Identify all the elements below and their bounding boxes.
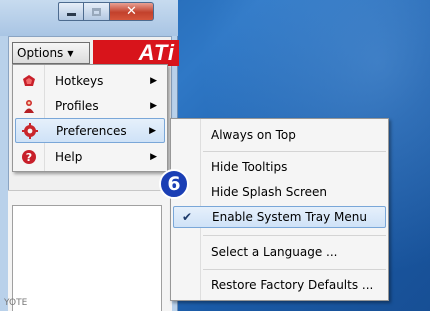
options-button[interactable]: Options ▼: [12, 42, 90, 64]
submenu-item-label: Always on Top: [211, 128, 296, 142]
menu-item-hotkeys[interactable]: Hotkeys ▶: [15, 68, 165, 93]
submenu-arrow-icon: ▶: [150, 151, 157, 162]
caption-buttons: ✕: [58, 2, 154, 22]
checkmark-icon: ✔: [182, 210, 193, 224]
options-menu: Hotkeys ▶ Profiles ▶ Preferences ▶ ? Hel…: [12, 64, 168, 172]
submenu-item-select-language[interactable]: Select a Language ...: [173, 241, 386, 263]
close-icon: ✕: [126, 4, 137, 19]
menu-item-profiles[interactable]: Profiles ▶: [15, 93, 165, 118]
title-bar: ✕: [0, 0, 178, 36]
submenu-item-enable-system-tray-menu[interactable]: ✔ Enable System Tray Menu: [173, 206, 386, 228]
menu-item-label: Help: [55, 149, 83, 164]
profiles-icon: [15, 98, 43, 114]
submenu-item-label: Hide Tooltips: [211, 160, 288, 174]
minimize-icon: [66, 13, 76, 16]
menu-item-label: Profiles: [55, 98, 99, 113]
submenu-item-label: Enable System Tray Menu: [212, 210, 367, 224]
submenu-separator: [203, 269, 386, 270]
partial-text: YOTE: [4, 298, 28, 308]
submenu-item-label: Select a Language ...: [211, 245, 338, 259]
step-number-badge: 6: [159, 169, 189, 199]
submenu-item-hide-splash-screen[interactable]: Hide Splash Screen: [173, 181, 386, 203]
submenu-separator: [203, 151, 386, 152]
submenu-arrow-icon: ▶: [149, 125, 156, 136]
preferences-submenu: Always on Top Hide Tooltips Hide Splash …: [170, 118, 389, 301]
preferences-icon: [16, 122, 44, 139]
client-panel: [8, 190, 172, 311]
menu-item-preferences[interactable]: Preferences ▶: [15, 118, 165, 143]
maximize-icon: [92, 7, 101, 16]
submenu-arrow-icon: ▶: [150, 75, 157, 86]
chevron-down-icon: ▼: [67, 48, 74, 58]
submenu-separator: [203, 235, 386, 236]
logo-text: ATi: [138, 40, 175, 65]
menu-item-label: Preferences: [56, 123, 127, 138]
submenu-item-restore-factory-defaults[interactable]: Restore Factory Defaults ...: [173, 274, 386, 296]
submenu-item-label: Hide Splash Screen: [211, 185, 328, 199]
help-icon: ?: [15, 149, 43, 165]
hotkeys-icon: [15, 73, 43, 89]
menu-item-help[interactable]: ? Help ▶: [15, 144, 165, 169]
menu-item-label: Hotkeys: [55, 73, 104, 88]
submenu-arrow-icon: ▶: [150, 100, 157, 111]
submenu-item-always-on-top[interactable]: Always on Top: [173, 124, 386, 146]
submenu-item-label: Restore Factory Defaults ...: [211, 278, 374, 292]
options-label: Options: [17, 46, 64, 60]
close-button[interactable]: ✕: [110, 2, 154, 21]
submenu-item-hide-tooltips[interactable]: Hide Tooltips: [173, 156, 386, 178]
minimize-button[interactable]: [58, 2, 84, 21]
maximize-button[interactable]: [84, 2, 110, 21]
client-panel-inner: [12, 205, 162, 311]
svg-text:?: ?: [26, 151, 32, 164]
ati-logo: ATi: [93, 40, 179, 66]
